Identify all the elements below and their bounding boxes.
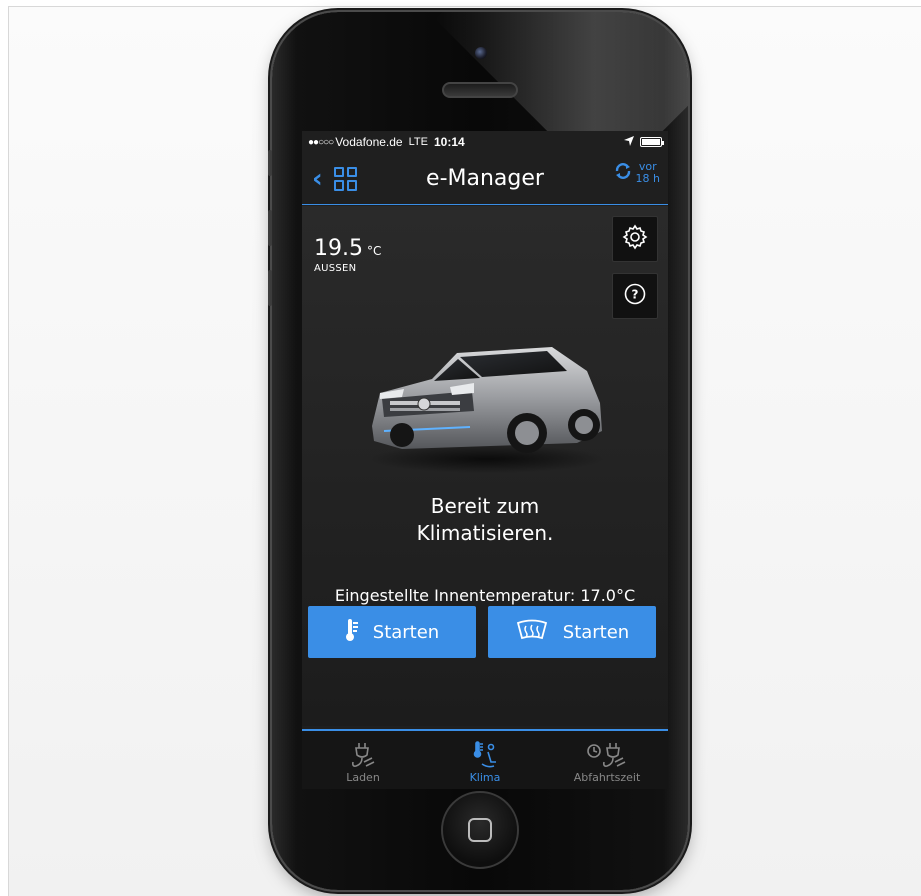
start-defrost-label: Starten	[562, 621, 630, 643]
question-icon: ?	[624, 283, 646, 309]
tab-abfahrtszeit-label: Abfahrtszeit	[573, 771, 641, 784]
tab-laden-label: Laden	[346, 771, 380, 784]
home-button[interactable]	[441, 791, 519, 869]
status-time: 10:14	[433, 135, 465, 149]
volume-up-button	[268, 210, 272, 246]
network-type: LTE	[408, 136, 428, 148]
refresh-button[interactable]: vor 18 h	[614, 161, 660, 185]
tab-laden[interactable]: Laden	[308, 739, 418, 784]
tab-bar: Laden Klima Abfahrtszeit	[302, 729, 668, 789]
battery-fill	[642, 139, 660, 145]
location-arrow-icon	[624, 135, 634, 149]
earpiece-speaker	[442, 82, 518, 98]
climate-status-line1: Bereit zum	[430, 494, 540, 518]
refresh-icon	[614, 161, 632, 185]
climate-status-message: Bereit zum Klimatisieren.	[302, 493, 668, 547]
gear-icon	[622, 224, 648, 254]
navigation-bar: ‹ e-Manager vor 18 h	[302, 153, 668, 205]
outside-temp-unit: °C	[366, 244, 382, 258]
inner-temperature-setting: Eingestellte Innentemperatur: 17.0°C	[334, 586, 636, 605]
thermometer-icon	[345, 618, 359, 647]
mute-switch	[268, 150, 272, 176]
volume-down-button	[268, 270, 272, 306]
help-button[interactable]: ?	[612, 273, 658, 319]
start-heating-label: Starten	[372, 621, 440, 643]
status-bar: ●●○○○ Vodafone.de LTE 10:14	[302, 131, 668, 153]
settings-button[interactable]	[612, 216, 658, 262]
last-update-line2: 18 h	[635, 172, 660, 185]
battery-icon	[640, 137, 664, 147]
grid-menu-icon[interactable]	[334, 166, 358, 191]
signal-strength: ●●○○○	[308, 136, 334, 148]
windshield-defrost-icon	[515, 619, 549, 646]
charging-plug-icon	[350, 739, 376, 771]
car-image	[362, 331, 612, 481]
phone-frame: ●●○○○ Vodafone.de LTE 10:14 ‹ e-Manager	[272, 12, 688, 890]
home-square-icon	[468, 818, 492, 842]
last-update-label: vor 18 h	[636, 161, 660, 185]
phone-screen: ●●○○○ Vodafone.de LTE 10:14 ‹ e-Manager	[302, 131, 668, 789]
front-camera	[475, 47, 487, 59]
tab-klima-label: Klima	[469, 771, 501, 784]
seat-thermometer-icon	[472, 739, 498, 771]
tab-abfahrtszeit[interactable]: Abfahrtszeit	[552, 739, 662, 784]
clock-plug-icon	[585, 739, 629, 771]
climate-status-line2: Klimatisieren.	[416, 521, 554, 545]
outside-temp-value: 19.5	[314, 236, 363, 261]
start-heating-button[interactable]: Starten	[308, 606, 476, 658]
carrier-name: Vodafone.de	[335, 135, 403, 149]
back-chevron-icon[interactable]: ‹	[312, 166, 328, 192]
start-defrost-button[interactable]: Starten	[488, 606, 656, 658]
svg-text:?: ?	[632, 288, 639, 302]
outside-temp-label: AUSSEN	[314, 263, 357, 274]
tab-klima[interactable]: Klima	[430, 739, 540, 784]
outside-temperature: 19.5 °C AUSSEN	[314, 236, 381, 274]
